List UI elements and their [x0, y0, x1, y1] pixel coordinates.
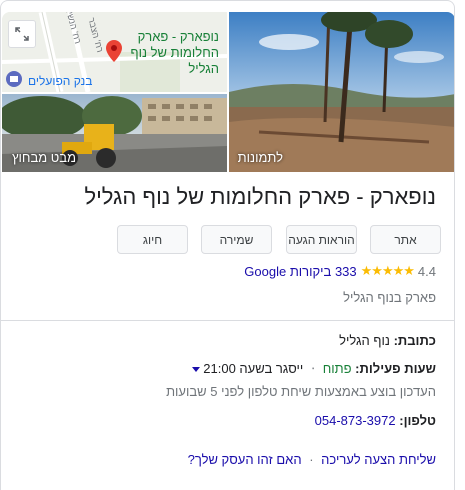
- phone-row: טלפון: 054-873-3972: [315, 413, 436, 428]
- map-expand-button[interactable]: [8, 20, 36, 48]
- main-photo-image: [229, 12, 454, 172]
- hours-row: שעות פעילות: פתוח ⋅ ייסגר בשעה 21:00: [192, 361, 436, 377]
- hours-dropdown-icon[interactable]: [192, 367, 201, 373]
- place-title: נופארק - פארק החלומות של נוף הגליל: [84, 184, 436, 209]
- expand-icon: [15, 27, 29, 41]
- own-business-link[interactable]: האם זהו העסק שלך?: [188, 452, 302, 467]
- street-view-tile[interactable]: מבט מבחוץ: [2, 94, 227, 172]
- hours-closes[interactable]: ייסגר בשעה 21:00: [203, 361, 303, 376]
- action-buttons: אתר הוראות הגעה שמירה חיוג: [117, 225, 441, 254]
- footer-separator: ·: [309, 452, 314, 467]
- phone-label: טלפון:: [399, 413, 436, 428]
- hours-update-note: העדכון בוצע באמצעות שיחת טלפון לפני 5 שב…: [166, 384, 436, 399]
- suggest-edit-link[interactable]: שליחת הצעה לעריכה: [321, 452, 436, 467]
- section-divider: [1, 320, 454, 321]
- rating-value: 4.4: [417, 263, 436, 279]
- call-button[interactable]: חיוג: [117, 225, 188, 254]
- map-tile[interactable]: רח' הנשיא רח' הצבר נופארק - פארק החלומות…: [2, 12, 227, 92]
- hours-label: שעות פעילות:: [355, 361, 436, 376]
- save-button[interactable]: שמירה: [201, 225, 272, 254]
- rating-stars-icon: ★★★★★: [360, 263, 415, 278]
- reviews-link[interactable]: 333 ביקורות Google: [244, 264, 356, 279]
- open-status: פתוח: [322, 361, 352, 376]
- map-pin-icon: [106, 40, 122, 62]
- main-photo-tile[interactable]: לתמונות: [229, 12, 454, 172]
- photos-label: לתמונות: [237, 150, 283, 165]
- knowledge-panel: רח' הנשיא רח' הצבר נופארק - פארק החלומות…: [0, 0, 455, 490]
- address-value: נוף הגליל: [339, 333, 390, 348]
- footer-links: שליחת הצעה לעריכה · האם זהו העסק שלך?: [188, 452, 436, 467]
- phone-link[interactable]: 054-873-3972: [315, 413, 396, 428]
- website-button[interactable]: אתר: [370, 225, 441, 254]
- rating-row: 4.4 ★★★★★ 333 ביקורות Google: [244, 263, 436, 279]
- directions-button[interactable]: הוראות הגעה: [286, 225, 357, 254]
- hours-separator: ⋅: [310, 361, 316, 376]
- street-view-label: מבט מבחוץ: [12, 150, 76, 165]
- place-category: פארק בנוף הגליל: [343, 290, 436, 305]
- map-bank-label: בנק הפועלים: [28, 74, 93, 88]
- address-label: כתובת:: [393, 333, 436, 348]
- address-row: כתובת: נוף הגליל: [339, 333, 436, 348]
- bank-pin-icon: [6, 71, 22, 87]
